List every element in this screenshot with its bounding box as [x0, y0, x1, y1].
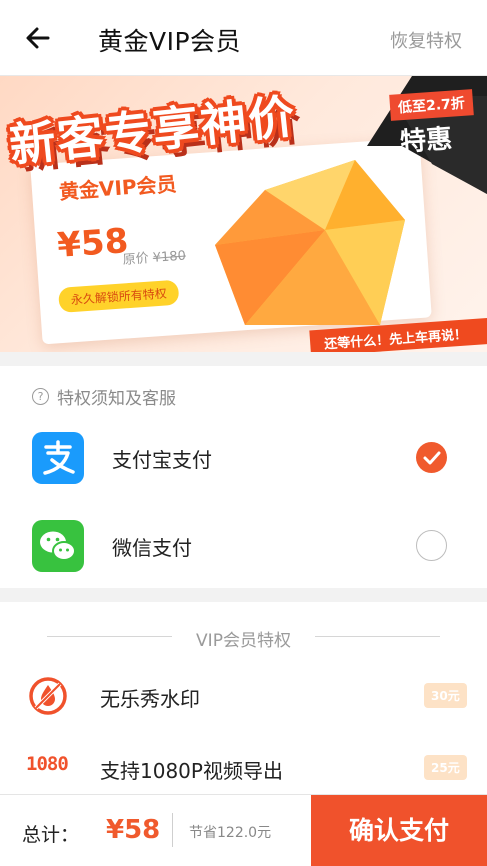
payment-section: ? 特权须知及客服 支付宝支付 微信支付: [0, 366, 487, 588]
payment-option-alipay[interactable]: 支付宝支付: [0, 422, 487, 492]
diamond-icon: [215, 160, 405, 325]
1080p-icon: 1080: [26, 753, 69, 775]
restore-privilege-button[interactable]: 恢复特权: [390, 27, 462, 53]
privilege-1080p: 1080 支持1080P视频导出 25元: [0, 744, 487, 794]
vip-privileges-section: VIP会员特权 无乐秀水印 30元 1080 支持1080P视频导出 25元: [0, 602, 487, 794]
divider-line-right: [315, 636, 440, 637]
alipay-checkbox[interactable]: [416, 442, 447, 473]
wechat-pay-icon: [32, 520, 84, 572]
payment-option-wechat[interactable]: 微信支付: [0, 510, 487, 580]
card-price: ¥58: [56, 221, 130, 266]
question-icon: ?: [32, 388, 49, 405]
no-watermark-icon: [29, 677, 67, 715]
page-title: 黄金VIP会员: [98, 27, 242, 56]
notice-label: 特权须知及客服: [57, 389, 176, 409]
privilege-notice-link[interactable]: ? 特权须知及客服: [32, 384, 176, 409]
back-arrow-icon[interactable]: [22, 22, 54, 54]
wechat-pay-label: 微信支付: [112, 536, 192, 560]
1080p-label: 支持1080P视频导出: [100, 759, 283, 783]
total-label: 总计：: [22, 824, 80, 846]
saved-amount: 节省122.0元: [189, 825, 272, 841]
promo-banner[interactable]: 低至2.7折 特惠 新客专享神价 黄金VIP会员 ¥58 原价 ¥180 永久解…: [0, 76, 487, 352]
confirm-payment-button[interactable]: 确认支付: [311, 795, 487, 866]
original-price-value: ¥180: [152, 248, 187, 266]
original-price-label: 原价: [122, 251, 150, 268]
alipay-icon: [32, 432, 84, 484]
total-price: ¥58: [106, 815, 161, 845]
no-watermark-label: 无乐秀水印: [100, 687, 200, 711]
checkout-bar: 总计： ¥58 节省122.0元 确认支付: [0, 794, 487, 866]
top-bar: 黄金VIP会员 恢复特权: [0, 0, 487, 76]
privilege-no-watermark: 无乐秀水印 30元: [0, 672, 487, 722]
wechat-pay-checkbox[interactable]: [416, 530, 447, 561]
divider: [172, 813, 173, 847]
alipay-label: 支付宝支付: [112, 448, 212, 472]
value-badge: 25元: [424, 755, 467, 780]
value-badge: 30元: [424, 683, 467, 708]
check-icon: [423, 451, 441, 465]
vip-heading-label: VIP会员特权: [196, 631, 291, 651]
vip-heading: VIP会员特权: [47, 626, 440, 651]
